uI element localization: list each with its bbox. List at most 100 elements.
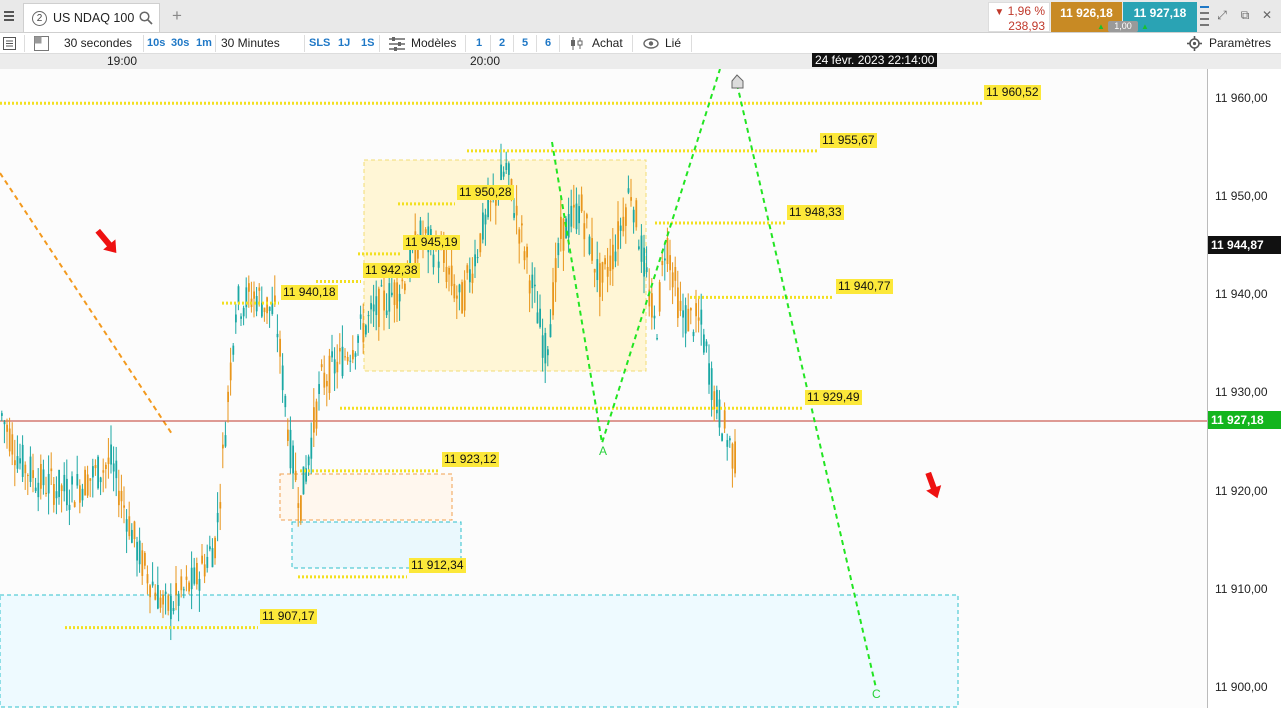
candle-bear (695, 303, 697, 317)
search-icon[interactable] (139, 11, 153, 25)
candle-bull (716, 389, 718, 414)
candle-bear (591, 238, 593, 261)
candle-bear (154, 592, 157, 600)
trend-line (0, 172, 173, 435)
sliders-icon[interactable] (389, 36, 405, 51)
candle-bear (489, 200, 492, 203)
models-button[interactable]: Modèles (411, 33, 456, 54)
candle-bear (263, 307, 266, 313)
candle-bear (94, 465, 97, 469)
candle-bear (180, 576, 183, 591)
candle-bear (466, 265, 469, 273)
candle-bear (523, 251, 526, 261)
candle-bear (53, 484, 55, 505)
close-icon[interactable]: ✕ (1259, 7, 1275, 23)
change-absolute: 238,93 (1008, 19, 1045, 33)
price-axis[interactable]: 11 960,00 11 950,00 11 940,00 11 930,00 … (1207, 69, 1281, 708)
candlestick-icon[interactable] (569, 36, 585, 51)
eye-icon[interactable] (643, 38, 659, 49)
add-tab-icon[interactable]: + (168, 6, 186, 26)
candle-bull (3, 421, 6, 425)
settings-button[interactable]: Paramètres (1209, 33, 1271, 54)
level-label: 11 907,17 (260, 609, 317, 624)
candle-bull (16, 456, 19, 469)
candle-bear (185, 576, 188, 580)
level-label: 11 945,19 (403, 235, 460, 250)
timeframe-10s-button[interactable]: 10s (147, 33, 165, 54)
candle-bear (102, 470, 105, 473)
candle-bull (341, 346, 344, 377)
candle-bear (105, 464, 107, 470)
timeframe-ticks-select[interactable]: 30 secondes (64, 33, 132, 54)
candle-bear (294, 470, 297, 481)
candle-bear (617, 221, 619, 250)
title-bar: 2 US NDAQ 100 + ▼ 1,96 % 238,93 11 926,1… (0, 0, 1281, 33)
candle-bear (445, 266, 448, 283)
candle-bull (476, 257, 479, 259)
list-icon[interactable] (1200, 4, 1210, 26)
candle-bull (703, 334, 705, 353)
linked-button[interactable]: Lié (665, 33, 681, 54)
price-chart[interactable]: 11 960,52 11 955,67 11 950,28 11 948,33 … (0, 69, 1207, 708)
candle-bull (474, 254, 476, 267)
timeframe-sls-button[interactable]: SLS (309, 33, 330, 54)
candle-bear (253, 291, 255, 299)
timeframe-1m-button[interactable]: 1m (196, 33, 212, 54)
candle-bull (638, 246, 640, 250)
candle-bear (315, 401, 318, 429)
timeframe-1j-button[interactable]: 1J (338, 33, 350, 54)
candle-bull (281, 365, 284, 391)
candle-bear (258, 287, 261, 291)
candle-bear (604, 258, 606, 265)
candle-bull (700, 309, 703, 325)
timeframe-1s-button[interactable]: 1S (361, 33, 374, 54)
candle-bear (222, 444, 224, 449)
candle-bull (131, 529, 133, 543)
candle-bull (211, 548, 214, 568)
template-2-button[interactable]: 2 (499, 33, 505, 54)
candle-bull (372, 304, 375, 312)
candle-bear (227, 391, 229, 403)
candle-bull (224, 435, 227, 447)
candle-bear (300, 495, 302, 521)
layout-icon[interactable] (34, 36, 49, 51)
level-label: 11 923,12 (442, 452, 499, 467)
expand-icon[interactable]: ⤢ (1214, 7, 1230, 23)
candle-bull (596, 259, 599, 281)
candle-bull (349, 360, 352, 362)
candle-bear (622, 216, 625, 232)
candle-bear (14, 460, 16, 466)
timeframe-minutes-select[interactable]: 30 Minutes (221, 33, 280, 54)
candle-bull (619, 225, 622, 231)
list-view-icon[interactable] (3, 37, 16, 50)
level-label: 11 942,38 (363, 263, 420, 278)
candle-bull (307, 456, 310, 466)
candle-bull (643, 247, 645, 277)
candle-bear (690, 308, 692, 311)
buy-button[interactable]: Achat (592, 33, 623, 54)
gear-icon[interactable] (1187, 36, 1202, 51)
candle-bear (383, 290, 385, 311)
time-axis: 19:00 20:00 (0, 54, 1281, 69)
candle-bull (206, 556, 209, 568)
level-label: 11 929,49 (805, 390, 862, 405)
menu-icon[interactable] (0, 2, 18, 30)
candle-bear (73, 501, 76, 508)
candle-bull (708, 363, 710, 385)
candle-bull (653, 315, 656, 319)
template-6-button[interactable]: 6 (545, 33, 551, 54)
candle-bear (89, 478, 92, 481)
candle-bull (92, 466, 94, 478)
candle-bull (318, 384, 320, 395)
candle-bear (352, 350, 354, 360)
candle-bear (424, 229, 427, 234)
popout-icon[interactable]: ⧉ (1237, 7, 1253, 23)
candle-bear (669, 255, 671, 271)
template-1-button[interactable]: 1 (476, 33, 482, 54)
timeframe-30s-button[interactable]: 30s (171, 33, 189, 54)
candle-bull (513, 213, 515, 218)
candle-bear (396, 282, 398, 309)
tab-us-ndaq-100[interactable]: 2 US NDAQ 100 (23, 3, 160, 32)
template-5-button[interactable]: 5 (522, 33, 528, 54)
candle-bear (60, 485, 63, 492)
